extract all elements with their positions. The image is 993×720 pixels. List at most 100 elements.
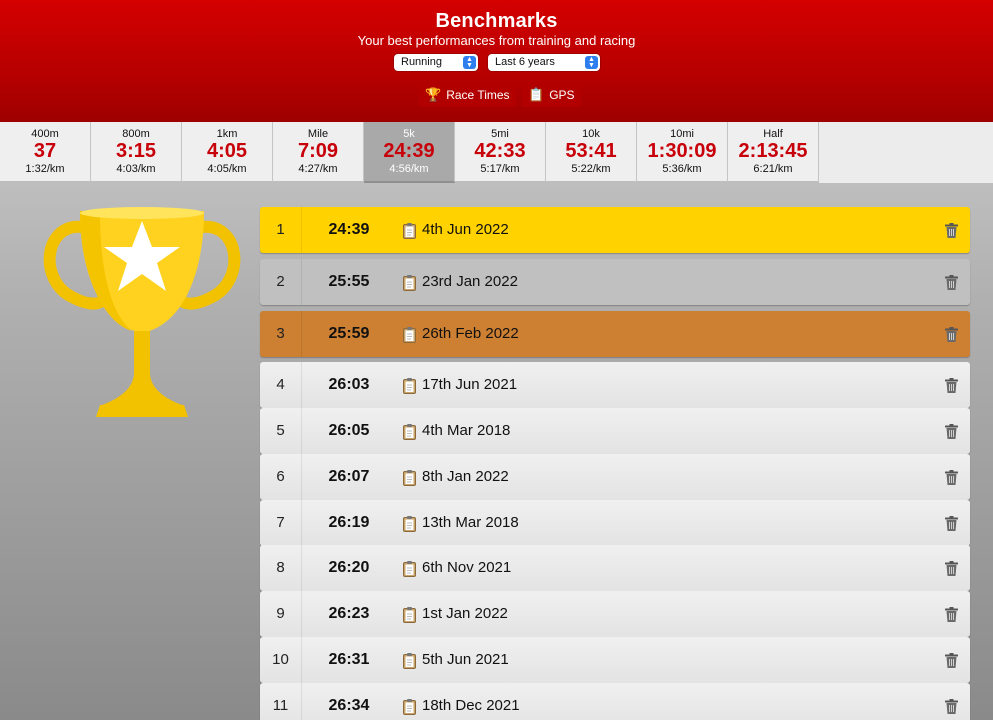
trophy-icon: 🏆 bbox=[425, 87, 442, 102]
distance-pace: 4:05/km bbox=[207, 163, 247, 175]
sport-select-value: Running bbox=[401, 56, 442, 68]
clipboard-icon[interactable] bbox=[403, 378, 416, 394]
result-date[interactable]: 18th Dec 2021 bbox=[422, 683, 520, 720]
select-arrows-icon: ▲ ▼ bbox=[585, 56, 598, 69]
trash-icon[interactable] bbox=[945, 470, 958, 485]
result-rank: 7 bbox=[260, 500, 302, 546]
distance-tab-5k[interactable]: 5k 24:39 4:56/km bbox=[364, 122, 455, 183]
distance-name: 10mi bbox=[670, 128, 694, 140]
result-date[interactable]: 4th Jun 2022 bbox=[422, 207, 509, 253]
result-date[interactable]: 5th Jun 2021 bbox=[422, 637, 509, 683]
clipboard-icon[interactable] bbox=[403, 516, 416, 532]
distance-best-time: 3:15 bbox=[115, 140, 157, 162]
clipboard-icon[interactable] bbox=[403, 223, 416, 239]
result-date[interactable]: 4th Mar 2018 bbox=[422, 408, 510, 454]
result-row[interactable]: 6 26:07 8th Jan 2022 bbox=[260, 454, 970, 500]
result-row[interactable]: 11 26:34 18th Dec 2021 bbox=[260, 683, 970, 720]
distance-best-time: 42:33 bbox=[474, 140, 526, 162]
clipboard-icon[interactable] bbox=[403, 561, 416, 577]
distance-best-time: 2:13:45 bbox=[738, 140, 808, 162]
result-time: 26:19 bbox=[328, 514, 370, 531]
trash-icon[interactable] bbox=[945, 653, 958, 668]
result-row[interactable]: 8 26:20 6th Nov 2021 bbox=[260, 545, 970, 591]
distance-name: 800m bbox=[122, 128, 150, 140]
clipboard-icon[interactable] bbox=[403, 275, 416, 291]
distance-tab-1km[interactable]: 1km 4:05 4:05/km bbox=[182, 122, 273, 183]
distance-bar: 400m 37 1:32/km 800m 3:15 4:03/km 1km 4:… bbox=[0, 122, 993, 183]
distance-pace: 4:56/km bbox=[389, 163, 429, 175]
result-date[interactable]: 23rd Jan 2022 bbox=[422, 259, 518, 305]
result-row[interactable]: 1 24:39 4th Jun 2022 bbox=[260, 207, 970, 253]
result-time: 26:07 bbox=[328, 468, 370, 485]
clipboard-icon[interactable] bbox=[403, 424, 416, 440]
select-arrows-icon: ▲ ▼ bbox=[463, 56, 476, 69]
tab-race-times[interactable]: 🏆 Race Times bbox=[419, 83, 516, 107]
distance-name: 400m bbox=[31, 128, 59, 140]
trash-icon[interactable] bbox=[945, 561, 958, 576]
trash-icon[interactable] bbox=[945, 607, 958, 622]
distance-best-time: 7:09 bbox=[297, 140, 339, 162]
result-rank: 11 bbox=[260, 683, 302, 720]
distance-best-time: 24:39 bbox=[383, 140, 435, 162]
distance-pace: 5:22/km bbox=[571, 163, 611, 175]
trash-icon[interactable] bbox=[945, 327, 958, 342]
trash-icon[interactable] bbox=[945, 424, 958, 439]
distance-best-time: 53:41 bbox=[565, 140, 617, 162]
trophy-icon bbox=[43, 207, 241, 417]
result-rank: 8 bbox=[260, 545, 302, 591]
result-date[interactable]: 1st Jan 2022 bbox=[422, 591, 508, 637]
clipboard-icon[interactable] bbox=[403, 653, 416, 669]
distance-pace: 4:27/km bbox=[298, 163, 338, 175]
result-row[interactable]: 9 26:23 1st Jan 2022 bbox=[260, 591, 970, 637]
result-date[interactable]: 26th Feb 2022 bbox=[422, 311, 519, 357]
result-row[interactable]: 10 26:31 5th Jun 2021 bbox=[260, 637, 970, 683]
result-time: 24:39 bbox=[328, 221, 370, 238]
clipboard-icon[interactable] bbox=[403, 699, 416, 715]
result-row[interactable]: 5 26:05 4th Mar 2018 bbox=[260, 408, 970, 454]
result-rank: 6 bbox=[260, 454, 302, 500]
result-row[interactable]: 7 26:19 13th Mar 2018 bbox=[260, 500, 970, 546]
result-time: 26:20 bbox=[328, 559, 370, 576]
period-select-value: Last 6 years bbox=[495, 56, 555, 68]
distance-tab-10k[interactable]: 10k 53:41 5:22/km bbox=[546, 122, 637, 183]
clipboard-icon[interactable] bbox=[403, 327, 416, 343]
result-rank: 5 bbox=[260, 408, 302, 454]
distance-best-time: 37 bbox=[33, 140, 57, 162]
distance-tab-800m[interactable]: 800m 3:15 4:03/km bbox=[91, 122, 182, 183]
result-date[interactable]: 8th Jan 2022 bbox=[422, 454, 509, 500]
result-rank: 1 bbox=[260, 207, 302, 253]
result-time: 25:59 bbox=[328, 325, 370, 342]
trash-icon[interactable] bbox=[945, 275, 958, 290]
distance-name: Mile bbox=[307, 128, 329, 140]
page-title: Benchmarks bbox=[435, 10, 558, 32]
result-rank: 9 bbox=[260, 591, 302, 637]
distance-pace: 6:21/km bbox=[753, 163, 793, 175]
result-rank: 4 bbox=[260, 362, 302, 408]
clipboard-icon[interactable] bbox=[403, 607, 416, 623]
result-rank: 3 bbox=[260, 311, 302, 357]
period-select[interactable]: Last 6 years ▲ ▼ bbox=[488, 54, 600, 71]
trash-icon[interactable] bbox=[945, 223, 958, 238]
result-row[interactable]: 2 25:55 23rd Jan 2022 bbox=[260, 259, 970, 305]
result-row[interactable]: 4 26:03 17th Jun 2021 bbox=[260, 362, 970, 408]
distance-tab-mile[interactable]: Mile 7:09 4:27/km bbox=[273, 122, 364, 183]
result-date[interactable]: 13th Mar 2018 bbox=[422, 500, 519, 546]
distance-pace: 1:32/km bbox=[25, 163, 65, 175]
sport-select[interactable]: Running ▲ ▼ bbox=[394, 54, 478, 71]
distance-tab-half[interactable]: Half 2:13:45 6:21/km bbox=[728, 122, 819, 183]
trash-icon[interactable] bbox=[945, 516, 958, 531]
result-row[interactable]: 3 25:59 26th Feb 2022 bbox=[260, 311, 970, 357]
result-rank: 10 bbox=[260, 637, 302, 683]
result-date[interactable]: 6th Nov 2021 bbox=[422, 545, 511, 591]
trash-icon[interactable] bbox=[945, 699, 958, 714]
tab-gps[interactable]: 📋 GPS bbox=[522, 83, 581, 107]
distance-tab-10mi[interactable]: 10mi 1:30:09 5:36/km bbox=[637, 122, 728, 183]
trash-icon[interactable] bbox=[945, 378, 958, 393]
distance-pace: 4:03/km bbox=[116, 163, 156, 175]
clipboard-icon[interactable] bbox=[403, 470, 416, 486]
result-time: 26:03 bbox=[328, 376, 370, 393]
result-date[interactable]: 17th Jun 2021 bbox=[422, 362, 517, 408]
distance-name: 5k bbox=[403, 128, 415, 140]
distance-tab-5mi[interactable]: 5mi 42:33 5:17/km bbox=[455, 122, 546, 183]
distance-tab-400m[interactable]: 400m 37 1:32/km bbox=[0, 122, 91, 183]
